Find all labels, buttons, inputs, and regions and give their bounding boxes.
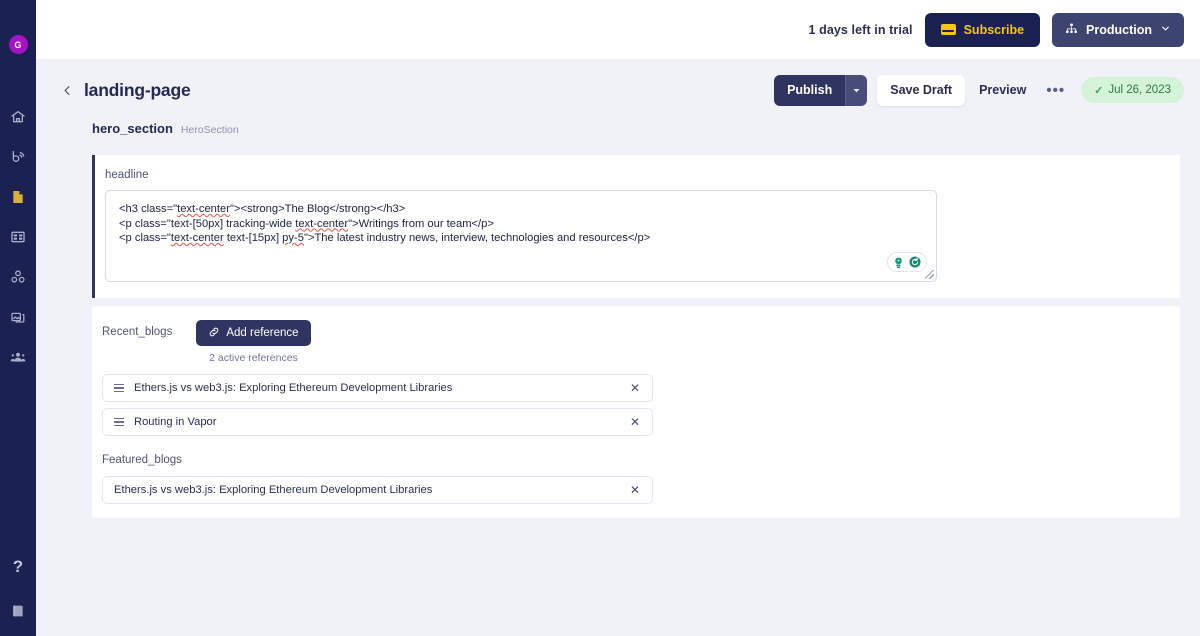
header-actions: Publish Save Draft Preview ••• ✓ Jul 26,… xyxy=(774,74,1184,106)
section-label-row: hero_section HeroSection xyxy=(36,121,1200,147)
sidebar-bottom: ? xyxy=(7,555,29,622)
environment-selector[interactable]: Production xyxy=(1052,12,1184,47)
status-badge: ✓ Jul 26, 2023 xyxy=(1081,77,1184,103)
avatar[interactable]: G xyxy=(8,35,28,54)
chevron-down-icon xyxy=(1160,23,1171,37)
active-references-count: 2 active references xyxy=(209,352,298,364)
publish-button[interactable]: Publish xyxy=(774,74,846,106)
remove-reference-button[interactable]: ✕ xyxy=(628,380,642,396)
list-item[interactable]: Ethers.js vs web3.js: Exploring Ethereum… xyxy=(102,374,653,402)
resize-handle[interactable] xyxy=(925,270,934,279)
code-line: <h3 class="text-center"><strong>The Blog… xyxy=(119,203,406,215)
list-item[interactable]: Ethers.js vs web3.js: Exploring Ethereum… xyxy=(102,476,653,504)
subscribe-label: Subscribe xyxy=(963,22,1025,37)
credit-card-icon xyxy=(940,24,956,35)
add-reference-group: Add reference 2 active references xyxy=(196,320,311,364)
sidebar-item-users[interactable] xyxy=(7,346,29,368)
references-card: Recent_blogs Add reference 2 active refe… xyxy=(92,306,1180,518)
recent-blogs-list: Ethers.js vs web3.js: Exploring Ethereum… xyxy=(102,374,1180,436)
save-draft-button[interactable]: Save Draft xyxy=(877,74,966,106)
more-options-button[interactable]: ••• xyxy=(1040,83,1071,98)
sidebar-item-pages[interactable] xyxy=(7,186,29,208)
drag-handle-icon[interactable] xyxy=(114,418,124,426)
app-root: G ? 1 days left in trial Subscribe Produ… xyxy=(0,0,1200,636)
add-reference-button[interactable]: Add reference xyxy=(196,320,311,346)
main-column: 1 days left in trial Subscribe Productio… xyxy=(36,0,1200,636)
environment-label: Production xyxy=(1086,22,1152,37)
remove-reference-button[interactable]: ✕ xyxy=(628,414,642,430)
chevron-down-icon xyxy=(852,83,861,98)
sidebar-item-blog[interactable] xyxy=(7,146,29,168)
sidebar: G ? xyxy=(0,0,36,636)
help-glyph: ? xyxy=(12,556,24,576)
reference-title: Ethers.js vs web3.js: Exploring Ethereum… xyxy=(134,382,453,394)
publish-dropdown-toggle[interactable] xyxy=(845,74,868,106)
sidebar-item-collections[interactable] xyxy=(7,226,29,248)
list-item[interactable]: Routing in Vapor ✕ xyxy=(102,408,653,436)
hero-section-card: headline <h3 class="text-center"><strong… xyxy=(92,155,1180,298)
references-header: Recent_blogs Add reference 2 active refe… xyxy=(102,320,1180,364)
lightbulb-icon[interactable] xyxy=(892,256,905,269)
publish-split-button: Publish xyxy=(774,74,868,106)
status-badge-date: Jul 26, 2023 xyxy=(1108,84,1171,96)
headline-code-editor[interactable]: <h3 class="text-center"><strong>The Blog… xyxy=(105,190,937,282)
recent-blogs-label: Recent_blogs xyxy=(102,326,173,338)
remove-reference-button[interactable]: ✕ xyxy=(628,482,642,498)
sidebar-item-home[interactable] xyxy=(7,106,29,128)
section-type: HeroSection xyxy=(180,124,239,136)
code-line: <p class="text-center text-[15px] py-5">… xyxy=(119,232,651,245)
link-icon xyxy=(208,326,220,341)
hierarchy-icon xyxy=(1065,22,1078,38)
page-header: landing-page Publish Save Draft Preview … xyxy=(36,59,1200,121)
hero-card-body: headline <h3 class="text-center"><strong… xyxy=(95,155,1180,298)
drag-handle-icon[interactable] xyxy=(114,384,124,392)
reference-title: Routing in Vapor xyxy=(134,416,217,428)
section-name: hero_section xyxy=(92,121,173,136)
code-line: <p class="text-[50px] tracking-wide text… xyxy=(119,217,494,230)
sidebar-item-components[interactable] xyxy=(7,266,29,288)
ai-assist-controls xyxy=(887,252,927,272)
check-icon: ✓ xyxy=(1094,84,1104,97)
back-button[interactable] xyxy=(58,81,76,99)
preview-button[interactable]: Preview xyxy=(975,75,1030,106)
subscribe-button[interactable]: Subscribe xyxy=(924,12,1041,47)
help-icon[interactable]: ? xyxy=(7,555,29,577)
headline-field-label: headline xyxy=(105,169,149,181)
trial-status: 1 days left in trial xyxy=(808,22,913,37)
page-title: landing-page xyxy=(84,79,191,100)
featured-blogs-list: Ethers.js vs web3.js: Exploring Ethereum… xyxy=(102,476,1180,504)
topbar: 1 days left in trial Subscribe Productio… xyxy=(36,0,1200,59)
book-icon[interactable] xyxy=(7,600,29,622)
reference-title: Ethers.js vs web3.js: Exploring Ethereum… xyxy=(114,484,433,496)
regenerate-icon[interactable] xyxy=(908,255,922,269)
add-reference-label: Add reference xyxy=(226,327,299,339)
sidebar-nav xyxy=(7,106,29,368)
featured-blogs-label: Featured_blogs xyxy=(102,454,182,466)
sidebar-item-media[interactable] xyxy=(7,306,29,328)
